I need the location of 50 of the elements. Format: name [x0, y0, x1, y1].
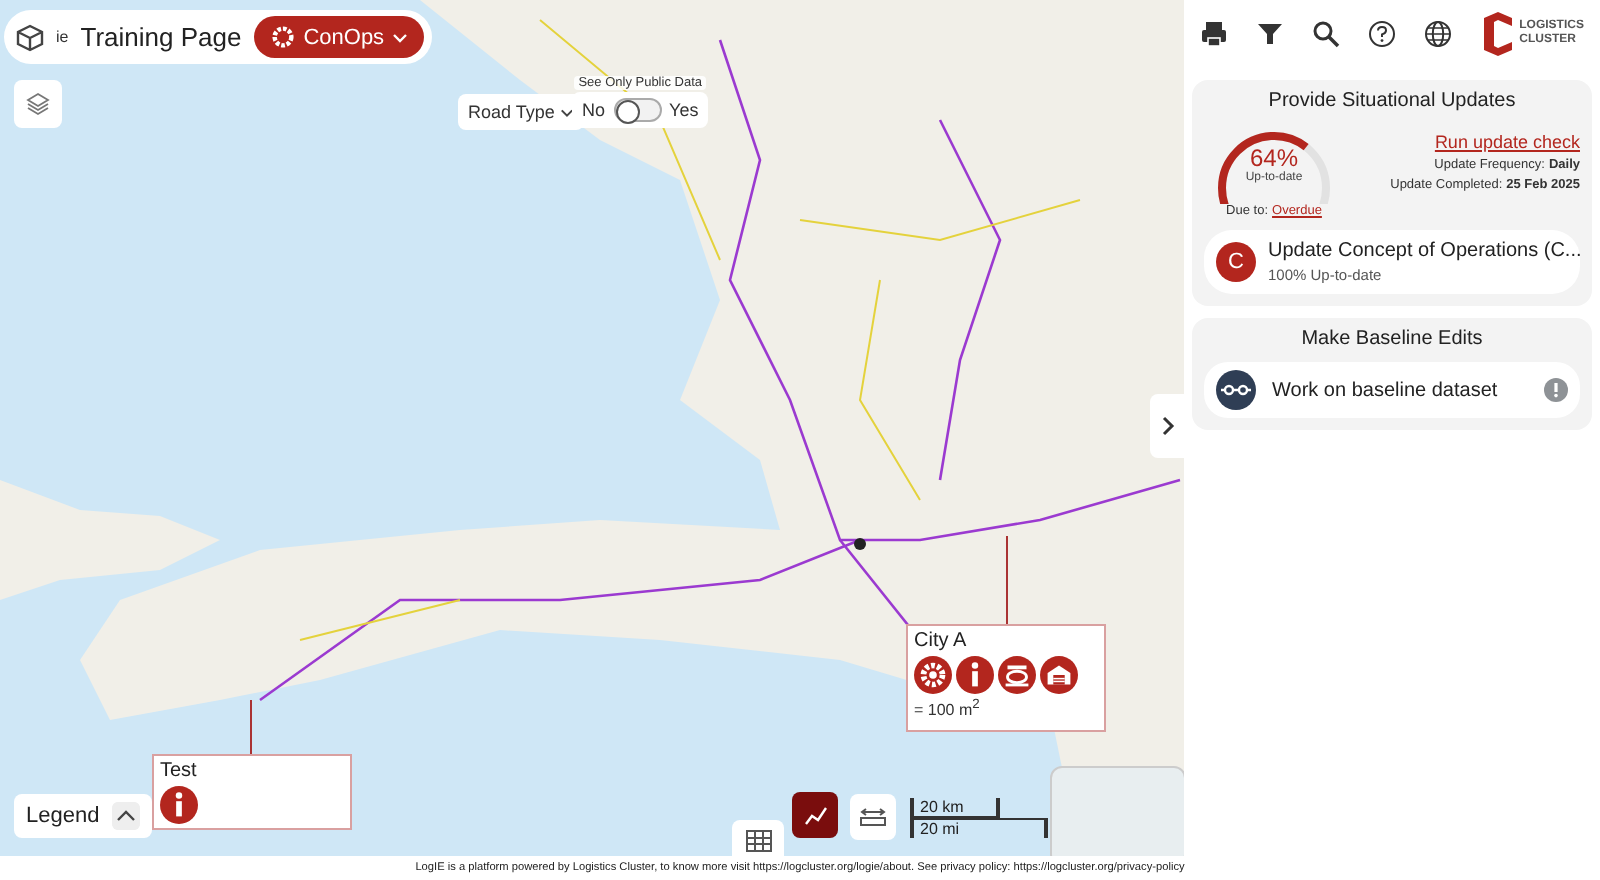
table-icon: [745, 829, 771, 851]
gear-icon: [269, 24, 296, 50]
table-button[interactable]: [732, 820, 784, 856]
leader-line: [250, 700, 252, 754]
area-note: = 100 m$^{2}$: [914, 698, 980, 720]
info-icon[interactable]: [1544, 378, 1568, 402]
scale-bar-metric: 20 km: [910, 798, 1000, 818]
measure-button[interactable]: [850, 794, 896, 840]
gear-icon: [914, 656, 952, 694]
chart-button[interactable]: [792, 792, 838, 838]
public-data-toggle[interactable]: [613, 98, 662, 122]
cube-logo-icon: [16, 23, 44, 51]
filter-icon[interactable]: [1255, 20, 1284, 48]
help-icon[interactable]: [1367, 20, 1396, 48]
baseline-item[interactable]: Work on baseline dataset: [1204, 362, 1580, 418]
cluster-logo-icon: [1479, 10, 1516, 58]
layers-button[interactable]: [14, 80, 62, 128]
popup-title: Test: [160, 760, 199, 782]
layers-icon: [26, 92, 50, 116]
run-update-link[interactable]: Run update check: [1434, 132, 1580, 152]
minimap-placeholder: [1050, 766, 1184, 856]
print-icon[interactable]: [1200, 20, 1228, 48]
info-icon: [956, 656, 994, 694]
chevron-down-icon: [560, 105, 575, 119]
vehicle-icon: [998, 656, 1036, 694]
toggle-on-label: Yes: [669, 100, 699, 120]
card-title: Provide Situational Updates: [1266, 90, 1518, 112]
conops-menu-button[interactable]: ConOps: [253, 16, 425, 58]
collapse-panel-button[interactable]: [1150, 394, 1184, 458]
globe-icon[interactable]: [1423, 20, 1452, 48]
leader-line: [1006, 536, 1008, 624]
legend-button[interactable]: Legend: [14, 794, 152, 838]
info-icon: [160, 786, 198, 824]
task-title: Update Concept of Operations (C...: [1268, 240, 1582, 262]
chevron-down-icon: [392, 29, 409, 45]
search-icon[interactable]: [1311, 20, 1340, 48]
popup-title: City A: [914, 630, 969, 652]
line-chart-icon: [803, 805, 827, 825]
warehouse-icon: [1040, 656, 1078, 694]
baseline-label: Work on baseline dataset: [1272, 379, 1500, 401]
page-title: Training Page: [80, 22, 242, 52]
road-type-dropdown[interactable]: Road Type: [458, 94, 585, 130]
ruler-icon: [860, 808, 886, 826]
gauge-percent: 64%: [1249, 144, 1299, 172]
logo-text: ie: [56, 28, 69, 46]
glasses-icon: [1216, 370, 1256, 410]
card-title: Make Baseline Edits: [1299, 328, 1485, 350]
letter-avatar: C: [1216, 242, 1256, 282]
chevron-right-icon: [1159, 416, 1175, 436]
toggle-off-label: No: [582, 100, 606, 120]
